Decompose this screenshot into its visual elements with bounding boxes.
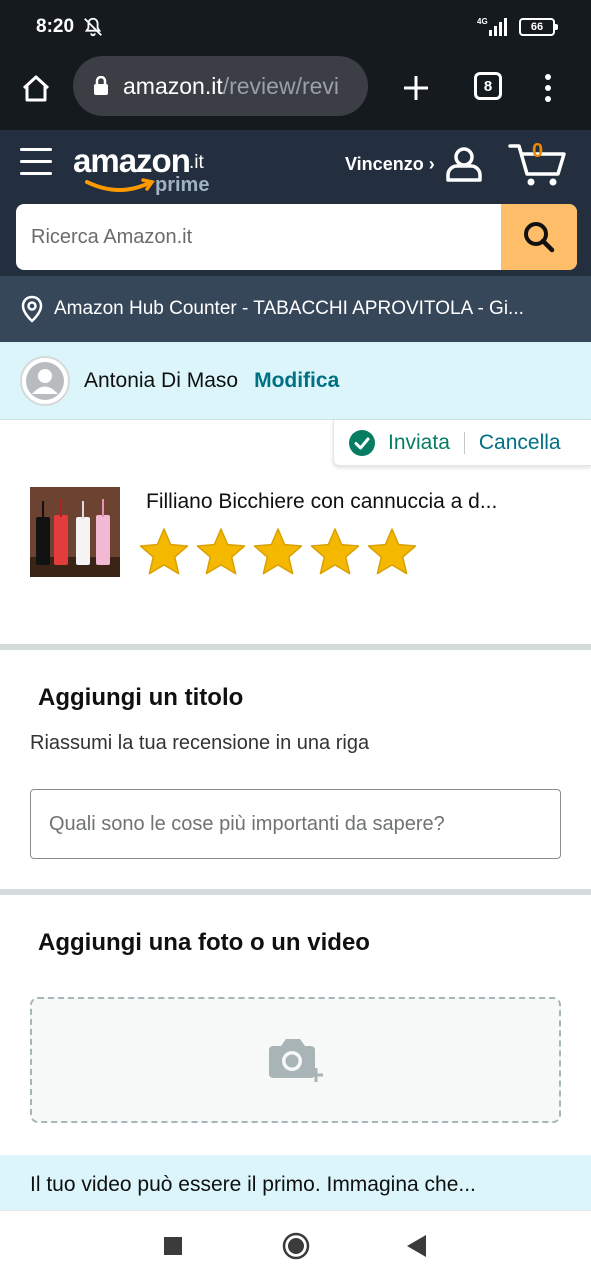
submission-status: Inviata Cancella <box>333 420 591 466</box>
logo-tld: .it <box>189 152 204 173</box>
cancel-link[interactable]: Cancella <box>479 431 561 455</box>
status-bar: 8:20 4G 66 <box>0 0 591 56</box>
location-text: Amazon Hub Counter - TABACCHI APROVITOLA… <box>54 298 524 319</box>
battery-icon: 66 <box>519 18 558 36</box>
sent-status-label: Inviata <box>388 430 450 454</box>
avatar <box>20 355 70 406</box>
url-path: /review/revi <box>222 72 340 99</box>
add-media-heading: Aggiungi una foto o un video <box>38 929 370 956</box>
status-right: 4G 66 <box>477 16 558 38</box>
video-hint-banner: Il tuo video può essere il primo. Immagi… <box>0 1155 591 1215</box>
network-label: 4G <box>477 17 488 26</box>
amazon-header: amazon .it prime Vincenzo › 0 <box>0 130 591 276</box>
url-domain: amazon.it <box>123 72 223 99</box>
star-icon[interactable] <box>138 526 190 578</box>
account-icon[interactable] <box>444 144 484 184</box>
check-circle-icon <box>349 429 375 456</box>
back-triangle-icon[interactable] <box>404 1233 428 1259</box>
url-bar[interactable]: amazon.it/review/revi <box>73 56 368 116</box>
tab-count: 8 <box>483 77 493 95</box>
star-rating[interactable] <box>138 526 418 578</box>
search-icon <box>524 222 555 253</box>
camera-add-icon <box>268 1039 323 1082</box>
review-title-input[interactable] <box>30 789 561 859</box>
add-title-subheading: Riassumi la tua recensione in una riga <box>30 732 370 754</box>
delivery-location-bar[interactable]: Amazon Hub Counter - TABACCHI APROVITOLA… <box>0 276 591 342</box>
account-name-link[interactable]: Vincenzo › <box>345 154 435 175</box>
home-circle-icon[interactable] <box>282 1232 310 1260</box>
browser-toolbar: amazon.it/review/revi 8 <box>0 56 591 130</box>
battery-level: 66 <box>530 21 544 33</box>
android-nav-bar <box>0 1210 591 1280</box>
product-title[interactable]: Filliano Bicchiere con cannuccia a d... <box>146 490 566 514</box>
reviewer-bar: Antonia Di Maso Modifica <box>0 342 591 420</box>
star-icon[interactable] <box>195 526 247 578</box>
divider <box>463 431 465 454</box>
logo-prime: prime <box>155 174 210 196</box>
add-title-heading: Aggiungi un titolo <box>38 684 244 711</box>
more-vertical-icon[interactable] <box>538 70 558 106</box>
tab-switcher-button[interactable]: 8 <box>474 72 502 100</box>
location-pin-icon <box>21 295 43 323</box>
search-box <box>16 204 577 270</box>
url-text: amazon.it/review/revi <box>123 73 339 100</box>
lock-icon <box>94 76 108 95</box>
star-icon[interactable] <box>309 526 361 578</box>
amazon-prime-logo[interactable]: amazon .it prime <box>73 142 223 200</box>
smile-arrow-icon <box>85 178 155 192</box>
section-divider <box>0 644 591 650</box>
search-input[interactable] <box>16 204 501 270</box>
status-time: 8:20 <box>36 16 75 37</box>
product-image[interactable] <box>30 487 120 577</box>
recent-apps-icon[interactable] <box>164 1237 182 1255</box>
notifications-muted-icon <box>84 17 102 37</box>
search-button[interactable] <box>501 204 577 270</box>
hamburger-menu-icon[interactable] <box>20 148 52 178</box>
home-icon[interactable] <box>16 68 56 108</box>
star-icon[interactable] <box>252 526 304 578</box>
section-divider <box>0 889 591 895</box>
reviewer-name: Antonia Di Maso <box>84 368 239 392</box>
media-upload-area[interactable] <box>30 997 561 1123</box>
new-tab-icon[interactable] <box>398 70 434 106</box>
star-icon[interactable] <box>366 526 418 578</box>
signal-4g-icon: 4G <box>477 17 507 36</box>
tumblers-image <box>30 487 120 577</box>
edit-profile-link[interactable]: Modifica <box>254 369 339 393</box>
user-placeholder-icon <box>26 361 64 400</box>
cart-count: 0 <box>532 140 544 162</box>
